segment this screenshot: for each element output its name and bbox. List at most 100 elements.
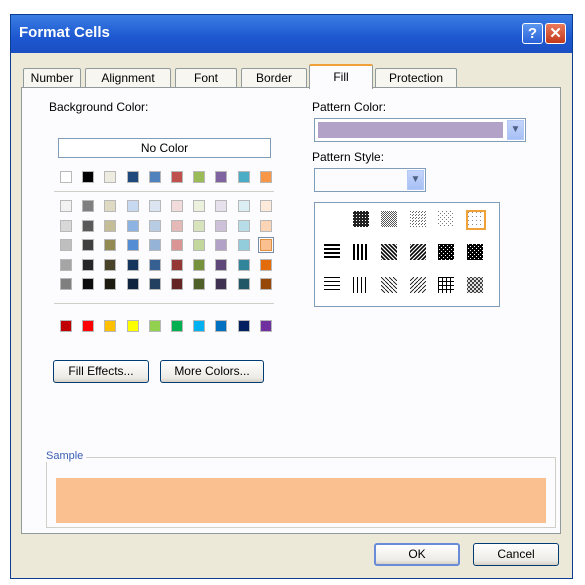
tint-color-swatch[interactable] [215, 258, 228, 271]
pattern-none[interactable] [323, 210, 343, 230]
theme-color-swatch[interactable] [215, 171, 228, 183]
tint-color-swatch[interactable] [257, 237, 274, 253]
pattern-style-dropdown[interactable]: ▼ [314, 168, 426, 192]
theme-color-swatch[interactable] [193, 171, 206, 183]
tint-color-swatch[interactable] [82, 239, 95, 251]
pattern-gray-50[interactable] [380, 210, 400, 230]
standard-color-swatch[interactable] [126, 320, 139, 332]
pattern-gray-25[interactable] [408, 210, 429, 230]
tint-color-swatch[interactable] [104, 200, 117, 212]
tint-color-swatch[interactable] [60, 278, 72, 290]
help-button[interactable]: ? [522, 23, 543, 44]
tint-color-swatch[interactable] [259, 258, 272, 271]
standard-color-swatch[interactable] [60, 320, 72, 332]
pattern-solid-dark-75[interactable] [351, 210, 372, 230]
tint-color-swatch[interactable] [171, 200, 183, 212]
tab-alignment[interactable]: Alignment [85, 68, 171, 88]
tint-color-swatch[interactable] [126, 239, 139, 251]
tint-color-swatch[interactable] [237, 258, 250, 271]
tint-color-swatch[interactable] [259, 219, 272, 232]
tint-color-swatch[interactable] [60, 239, 72, 251]
pattern-thin-trellis[interactable] [465, 276, 486, 296]
tint-color-swatch[interactable] [215, 239, 228, 251]
tint-color-swatch[interactable] [193, 200, 206, 212]
ok-button[interactable]: OK [374, 543, 460, 566]
tint-color-swatch[interactable] [259, 200, 272, 212]
tint-color-swatch[interactable] [215, 278, 228, 290]
tint-color-swatch[interactable] [237, 200, 250, 212]
tint-color-swatch[interactable] [171, 239, 183, 251]
tint-color-swatch[interactable] [171, 219, 183, 232]
pattern-dark-horizontal[interactable] [323, 243, 343, 263]
tint-color-swatch[interactable] [171, 278, 183, 290]
pattern-dark-up-diagonal[interactable] [408, 243, 429, 263]
pattern-dark-trellis[interactable] [465, 243, 486, 263]
standard-color-swatch[interactable] [259, 320, 272, 332]
theme-color-swatch[interactable] [60, 171, 72, 183]
standard-color-swatch[interactable] [193, 320, 206, 332]
tint-color-swatch[interactable] [171, 258, 183, 271]
pattern-thin-vertical[interactable] [351, 276, 372, 296]
tint-color-swatch[interactable] [60, 258, 72, 271]
tint-color-swatch[interactable] [237, 239, 250, 251]
tint-color-swatch[interactable] [237, 219, 250, 232]
tint-color-swatch[interactable] [104, 258, 117, 271]
tint-color-swatch[interactable] [104, 278, 117, 290]
cancel-button[interactable]: Cancel [473, 543, 559, 566]
theme-color-swatch[interactable] [148, 171, 161, 183]
no-color-button[interactable]: No Color [58, 138, 271, 158]
pattern-thin-up-diagonal[interactable] [408, 276, 429, 296]
standard-color-swatch[interactable] [104, 320, 117, 332]
tint-color-swatch[interactable] [237, 278, 250, 290]
pattern-dark-down-diagonal[interactable] [380, 243, 400, 263]
close-button[interactable]: ✕ [545, 23, 566, 44]
tab-font[interactable]: Font [175, 68, 237, 88]
tint-color-swatch[interactable] [193, 258, 206, 271]
tint-color-swatch[interactable] [148, 239, 161, 251]
tab-border[interactable]: Border [241, 68, 307, 88]
theme-color-swatch[interactable] [237, 171, 250, 183]
tint-color-swatch[interactable] [104, 239, 117, 251]
tint-color-swatch[interactable] [126, 219, 139, 232]
tab-protection[interactable]: Protection [375, 68, 457, 88]
tint-color-swatch[interactable] [126, 278, 139, 290]
pattern-dark-grid[interactable] [437, 243, 457, 263]
standard-color-swatch[interactable] [215, 320, 228, 332]
tint-color-swatch[interactable] [82, 258, 95, 271]
pattern-thin-horizontal[interactable] [323, 276, 343, 296]
chevron-down-icon[interactable]: ▼ [507, 120, 524, 140]
theme-color-swatch[interactable] [259, 171, 272, 183]
tab-fill[interactable]: Fill [309, 64, 373, 89]
standard-color-swatch[interactable] [237, 320, 250, 332]
theme-color-swatch[interactable] [126, 171, 139, 183]
pattern-dark-vertical[interactable] [351, 243, 372, 263]
pattern-thin-grid[interactable] [437, 276, 457, 296]
tint-color-swatch[interactable] [215, 200, 228, 212]
theme-color-swatch[interactable] [104, 171, 117, 183]
tint-color-swatch[interactable] [193, 278, 206, 290]
theme-color-swatch[interactable] [82, 171, 95, 183]
tint-color-swatch[interactable] [215, 219, 228, 232]
fill-effects-button[interactable]: Fill Effects... [53, 360, 149, 383]
tint-color-swatch[interactable] [126, 200, 139, 212]
tint-color-swatch[interactable] [193, 219, 206, 232]
pattern-gray-6[interactable] [465, 210, 486, 230]
pattern-gray-12[interactable] [437, 210, 457, 230]
tint-color-swatch[interactable] [126, 258, 139, 271]
tint-color-swatch[interactable] [148, 278, 161, 290]
theme-color-swatch[interactable] [171, 171, 183, 183]
pattern-thin-down-diagonal[interactable] [380, 276, 400, 296]
tint-color-swatch[interactable] [148, 219, 161, 232]
tab-number[interactable]: Number [23, 68, 81, 88]
standard-color-swatch[interactable] [82, 320, 95, 332]
more-colors-button[interactable]: More Colors... [160, 360, 264, 383]
tint-color-swatch[interactable] [259, 278, 272, 290]
chevron-down-icon[interactable]: ▼ [407, 170, 424, 190]
tint-color-swatch[interactable] [148, 200, 161, 212]
tint-color-swatch[interactable] [193, 239, 206, 251]
title-bar[interactable]: Format Cells ? ✕ [11, 15, 572, 53]
pattern-color-dropdown[interactable]: ▼ [314, 118, 526, 142]
tint-color-swatch[interactable] [60, 200, 72, 212]
tint-color-swatch[interactable] [82, 219, 95, 232]
tint-color-swatch[interactable] [104, 219, 117, 232]
